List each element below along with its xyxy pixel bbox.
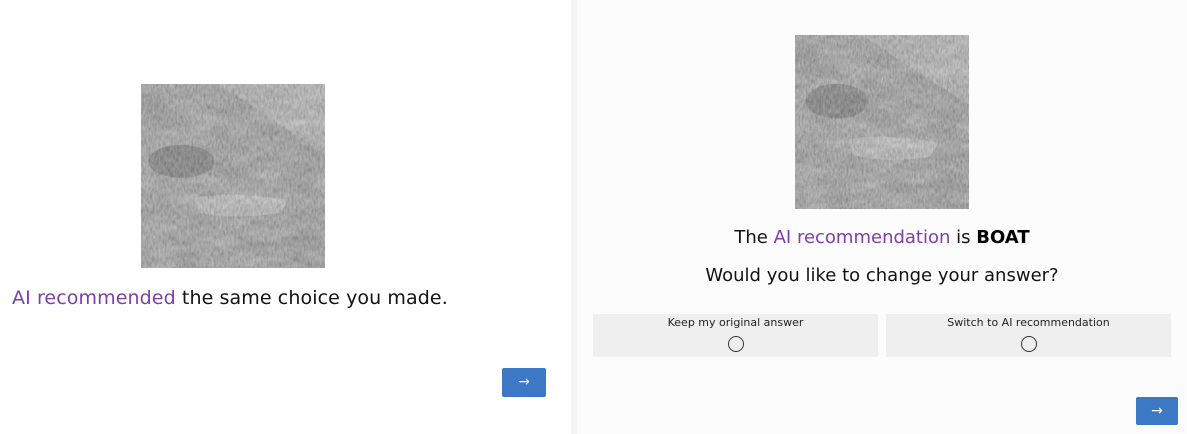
recommendation-mid: is (950, 227, 977, 248)
recommendation-prefix: The (734, 227, 774, 248)
next-button[interactable]: → (1136, 397, 1178, 425)
next-button[interactable]: → (502, 368, 546, 397)
agreement-message: AI recommended the same choice you made. (12, 287, 448, 309)
option-keep-original-label: Keep my original answer (667, 316, 804, 329)
right-decision-panel: The AI recommendation is BOAT Would you … (577, 0, 1187, 434)
ai-recommended-text: AI recommended (12, 287, 176, 309)
agreement-message-rest: the same choice you made. (175, 287, 448, 309)
stimulus-image (795, 35, 969, 209)
option-switch-to-ai[interactable]: Switch to AI recommendation (886, 314, 1171, 357)
ai-recommendation-text: AI recommendation (773, 227, 951, 248)
noisy-boat-image (141, 84, 325, 268)
screen: AI recommended the same choice you made.… (0, 0, 1187, 434)
recommendation-value: BOAT (976, 227, 1030, 248)
noisy-boat-image (795, 35, 969, 209)
keep-original-radio[interactable] (727, 336, 744, 352)
option-switch-to-ai-label: Switch to AI recommendation (947, 316, 1110, 329)
left-feedback-panel: AI recommended the same choice you made.… (0, 0, 570, 434)
switch-to-ai-radio[interactable] (1020, 336, 1037, 352)
change-answer-question: Would you like to change your answer? (705, 265, 1059, 286)
ai-recommendation-line: The AI recommendation is BOAT (577, 227, 1187, 248)
stimulus-image (141, 84, 325, 268)
option-keep-original[interactable]: Keep my original answer (593, 314, 878, 357)
